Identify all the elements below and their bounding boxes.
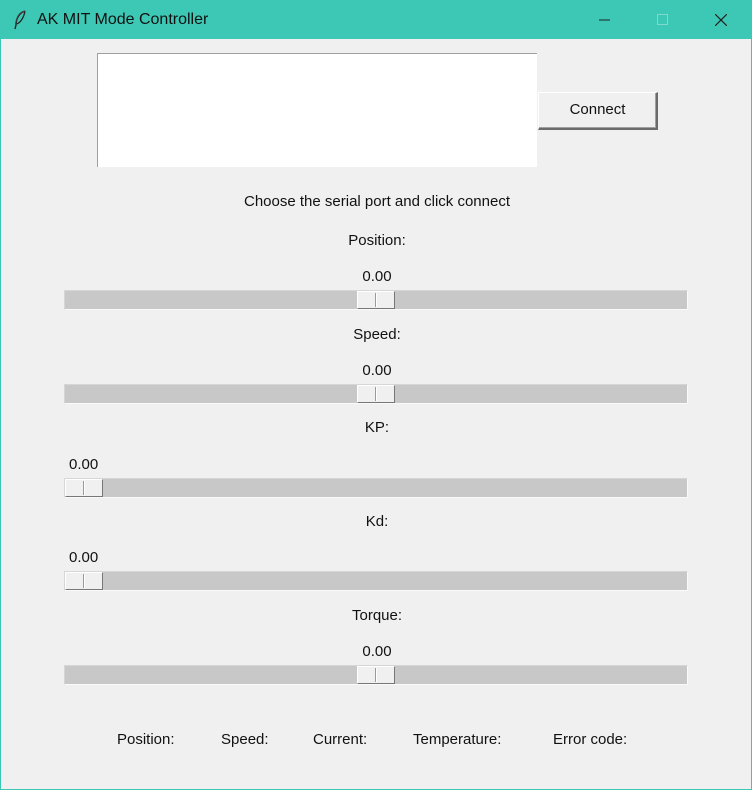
position-slider-label: Position: — [348, 232, 406, 249]
speed-slider[interactable] — [64, 384, 688, 404]
kd-slider[interactable] — [64, 571, 688, 591]
title-bar[interactable]: AK MIT Mode Controller — [1, 1, 751, 39]
kd-slider-label: Kd: — [365, 513, 389, 530]
torque-slider-thumb[interactable] — [357, 666, 395, 684]
status-position-label: Position: — [117, 731, 175, 748]
kp-slider-thumb[interactable] — [65, 479, 103, 497]
app-window: AK MIT Mode Controller Connect Choose th… — [0, 0, 752, 790]
position-slider-value: 0.00 — [362, 268, 392, 285]
minimize-icon — [599, 19, 610, 21]
torque-slider-value: 0.00 — [362, 643, 392, 660]
torque-slider[interactable] — [64, 665, 688, 685]
kp-slider-value: 0.00 — [69, 456, 99, 473]
speed-slider-thumb[interactable] — [357, 385, 395, 403]
torque-slider-label: Torque: — [351, 607, 403, 624]
window-title: AK MIT Mode Controller — [37, 11, 209, 28]
speed-slider-value: 0.00 — [362, 362, 392, 379]
speed-slider-label: Speed: — [353, 326, 401, 343]
kd-slider-value: 0.00 — [69, 549, 99, 566]
kp-slider-label: KP: — [364, 419, 390, 436]
kp-slider[interactable] — [64, 478, 688, 498]
maximize-icon — [657, 14, 668, 25]
close-button[interactable] — [691, 1, 749, 39]
serial-port-list[interactable] — [97, 53, 537, 167]
close-icon — [715, 14, 727, 26]
instruction-text: Choose the serial port and click connect — [244, 193, 510, 210]
connect-button[interactable]: Connect — [538, 92, 658, 130]
minimize-button[interactable] — [575, 1, 633, 39]
status-temperature-label: Temperature: — [413, 731, 502, 748]
position-slider-thumb[interactable] — [357, 291, 395, 309]
kd-slider-thumb[interactable] — [65, 572, 103, 590]
status-error-code-label: Error code: — [553, 731, 628, 748]
status-current-label: Current: — [313, 731, 368, 748]
maximize-button[interactable] — [633, 1, 691, 39]
status-speed-label: Speed: — [221, 731, 269, 748]
position-slider[interactable] — [64, 290, 688, 310]
feather-icon — [13, 10, 27, 30]
